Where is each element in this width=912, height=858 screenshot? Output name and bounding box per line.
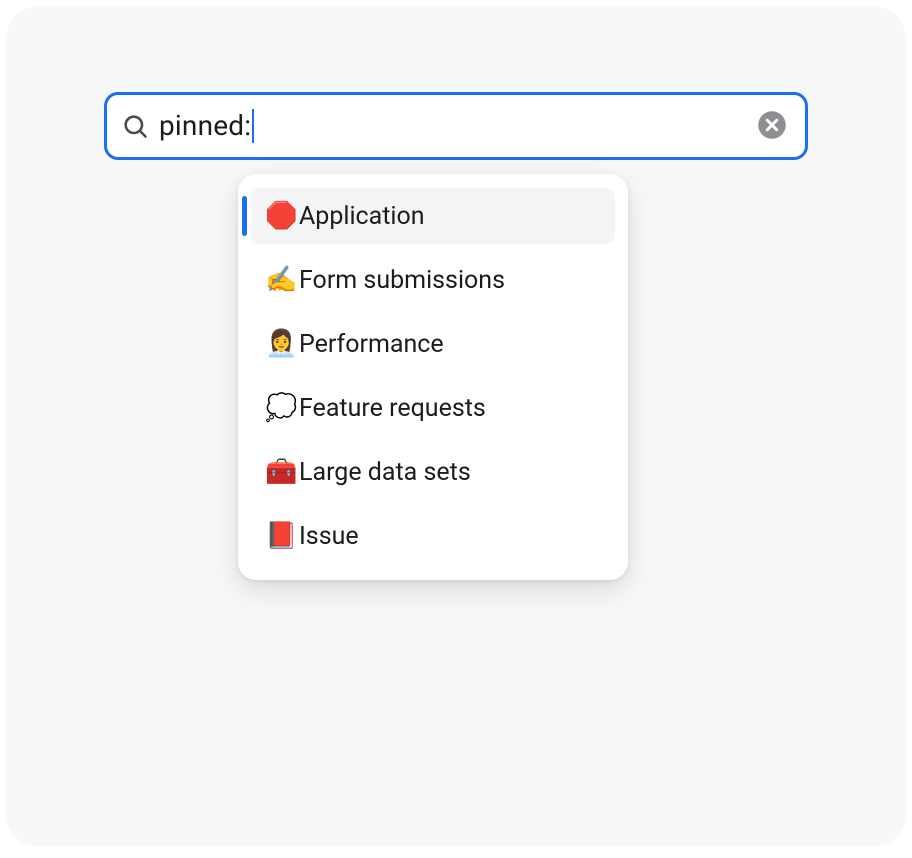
suggestion-option[interactable]: 🧰 Large data sets: [251, 444, 615, 500]
option-emoji-icon: ✍️: [265, 265, 299, 295]
option-label: Application: [299, 202, 425, 231]
text-caret: [252, 109, 254, 143]
option-label: Issue: [299, 522, 359, 551]
close-icon: [757, 110, 787, 143]
option-emoji-icon: 🛑: [265, 201, 299, 231]
app-panel: pinned: 🛑 Application ✍️ Form submissio: [6, 6, 906, 846]
search-field[interactable]: pinned:: [104, 92, 808, 160]
suggestion-option[interactable]: 💭 Feature requests: [251, 380, 615, 436]
clear-button[interactable]: [757, 111, 787, 141]
suggestion-option[interactable]: 📕 Issue: [251, 508, 615, 564]
option-label: Form submissions: [299, 266, 505, 295]
suggestion-option[interactable]: 👩‍💼 Performance: [251, 316, 615, 372]
search-value: pinned:: [159, 112, 251, 140]
search-input[interactable]: pinned:: [159, 95, 757, 157]
suggestion-option[interactable]: ✍️ Form submissions: [251, 252, 615, 308]
option-label: Large data sets: [299, 458, 471, 487]
option-label: Performance: [299, 330, 444, 359]
search-icon: [121, 112, 149, 140]
suggestions-dropdown: 🛑 Application ✍️ Form submissions 👩‍💼 Pe…: [238, 174, 628, 580]
suggestion-option[interactable]: 🛑 Application: [251, 188, 615, 244]
option-emoji-icon: 👩‍💼: [265, 329, 299, 359]
search-container: pinned: 🛑 Application ✍️ Form submissio: [104, 92, 808, 160]
option-emoji-icon: 📕: [265, 521, 299, 551]
option-emoji-icon: 💭: [265, 393, 299, 423]
option-emoji-icon: 🧰: [265, 457, 299, 487]
option-label: Feature requests: [299, 394, 486, 423]
